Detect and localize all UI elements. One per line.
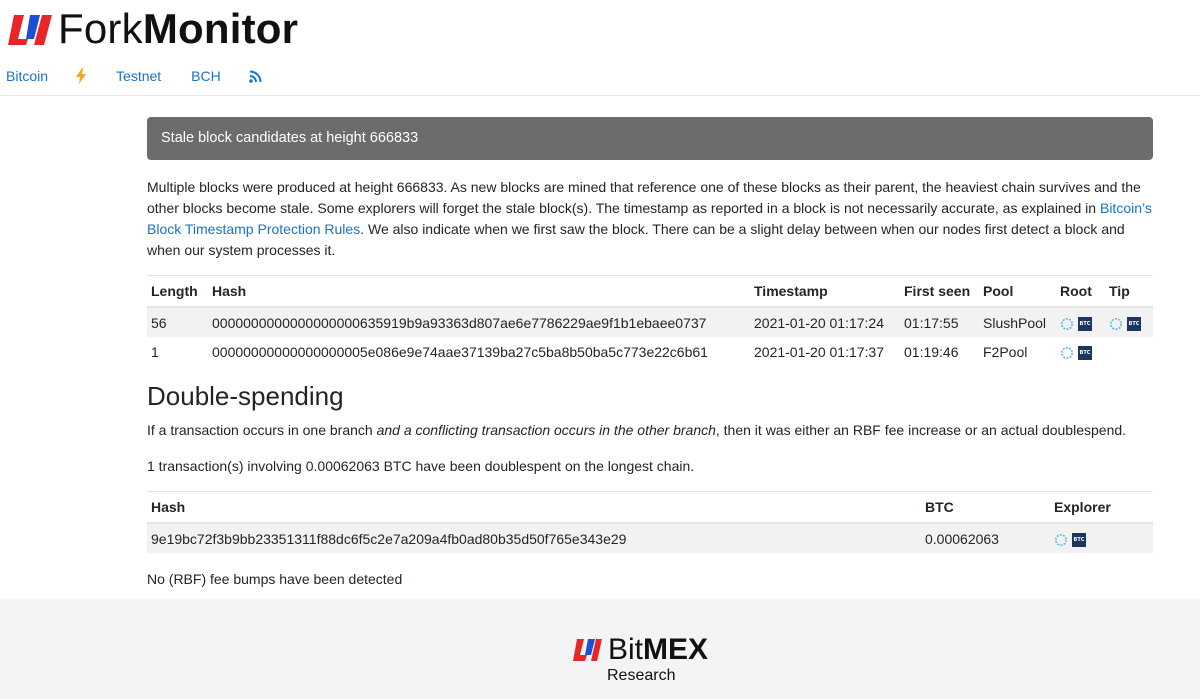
ds-desc-before: If a transaction occurs in one branch [147,422,377,438]
btc-explorer-icon[interactable]: BTC [1127,316,1141,331]
block-hash: 0000000000000000000635919b9a93363d807ae6… [208,307,750,337]
blockstream-explorer-icon[interactable] [1060,346,1074,360]
btc-explorer-icon[interactable]: BTC [1078,346,1092,361]
blockstream-explorer-icon[interactable] [1109,317,1123,331]
block-root-explorers: BTC [1056,337,1105,367]
block-first-seen: 01:17:55 [900,307,979,337]
block-tip-explorers [1105,337,1153,367]
blocks-table: Length Hash Timestamp First seen Pool Ro… [147,275,1153,367]
col-timestamp: Timestamp [750,275,900,308]
col-tx-hash: Hash [147,491,921,524]
col-explorer: Explorer [1050,491,1153,524]
block-pool: F2Pool [983,344,1028,360]
main-nav: Bitcoin Testnet BCH [6,68,262,84]
tx-btc-amount: 0.00062063 [921,523,1050,553]
bitmex-bit: Bit [608,633,644,666]
intro-paragraph: Multiple blocks were produced at height … [147,177,1153,261]
nav-bch[interactable]: BCH [191,68,221,84]
blocks-table-header: Length Hash Timestamp First seen Pool Ro… [147,275,1153,308]
col-length: Length [147,275,208,308]
col-first-seen: First seen [900,275,979,308]
nav-testnet[interactable]: Testnet [116,68,161,84]
col-root: Root [1056,275,1105,308]
forkmonitor-logo[interactable]: ForkMonitor [6,8,298,50]
main-content: Stale block candidates at height 666833 … [147,117,1153,587]
no-fee-bumps-text: No (RBF) fee bumps have been detected [147,571,403,587]
transactions-table: Hash BTC Explorer 9e19bc72f3b9bb23351311… [147,491,1153,553]
col-hash: Hash [208,275,750,308]
block-length: 1 [151,344,159,360]
tx-hash: 9e19bc72f3b9bb23351311f88dc6f5c2e7a209a4… [147,523,921,553]
lightning-icon[interactable] [76,68,87,84]
table-row: 56 0000000000000000000635919b9a93363d807… [147,307,1153,337]
rss-icon[interactable] [248,70,262,83]
block-hash: 00000000000000000005e086e9e74aae37139ba2… [212,344,708,360]
bitmex-wordmark: BitMEX [608,635,708,665]
bitmex-research-logo[interactable]: BitMEX Research [572,635,732,685]
logo-monitor: Monitor [142,5,299,52]
block-timestamp: 2021-01-20 01:17:37 [754,344,884,360]
research-label: Research [607,667,676,684]
site-header: ForkMonitor Bitcoin Testnet BCH [0,0,1200,96]
block-root-explorers: BTC [1056,307,1105,337]
block-tip-explorers: BTC [1105,307,1153,337]
block-timestamp: 2021-01-20 01:17:24 [750,307,900,337]
double-spending-title: Double-spending [147,381,344,411]
doublespend-summary: 1 transaction(s) involving 0.00062063 BT… [147,458,695,474]
btc-explorer-icon[interactable]: BTC [1072,532,1086,547]
col-pool: Pool [979,275,1056,308]
nav-bitcoin[interactable]: Bitcoin [6,68,48,84]
site-footer: BitMEX Research [0,599,1200,699]
bitmex-mex: MEX [643,633,709,666]
blockstream-explorer-icon[interactable] [1060,317,1074,331]
btc-explorer-icon[interactable]: BTC [1078,316,1092,331]
block-pool: SlushPool [979,307,1056,337]
block-length: 56 [147,307,208,337]
forkmonitor-logo-icon [8,15,52,45]
bitmex-logo-icon [573,639,602,661]
block-first-seen: 01:19:46 [904,344,959,360]
blockstream-explorer-icon[interactable] [1054,533,1068,547]
stale-block-banner: Stale block candidates at height 666833 [147,117,1153,160]
logo-wordmark: ForkMonitor [58,8,298,50]
transactions-table-header: Hash BTC Explorer [147,491,1153,524]
logo-fork: Fork [58,5,143,52]
double-spending-description: If a transaction occurs in one branch an… [147,420,1153,440]
ds-desc-after: , then it was either an RBF fee increase… [715,422,1127,438]
intro-text-before: Multiple blocks were produced at height … [147,179,1141,216]
col-tip: Tip [1105,275,1153,308]
tx-explorers: BTC [1050,523,1153,553]
col-btc: BTC [921,491,1050,524]
table-row: 9e19bc72f3b9bb23351311f88dc6f5c2e7a209a4… [147,523,1153,553]
ds-desc-emphasis: and a conflicting transaction occurs in … [376,422,716,438]
table-row: 1 00000000000000000005e086e9e74aae37139b… [147,337,1153,367]
